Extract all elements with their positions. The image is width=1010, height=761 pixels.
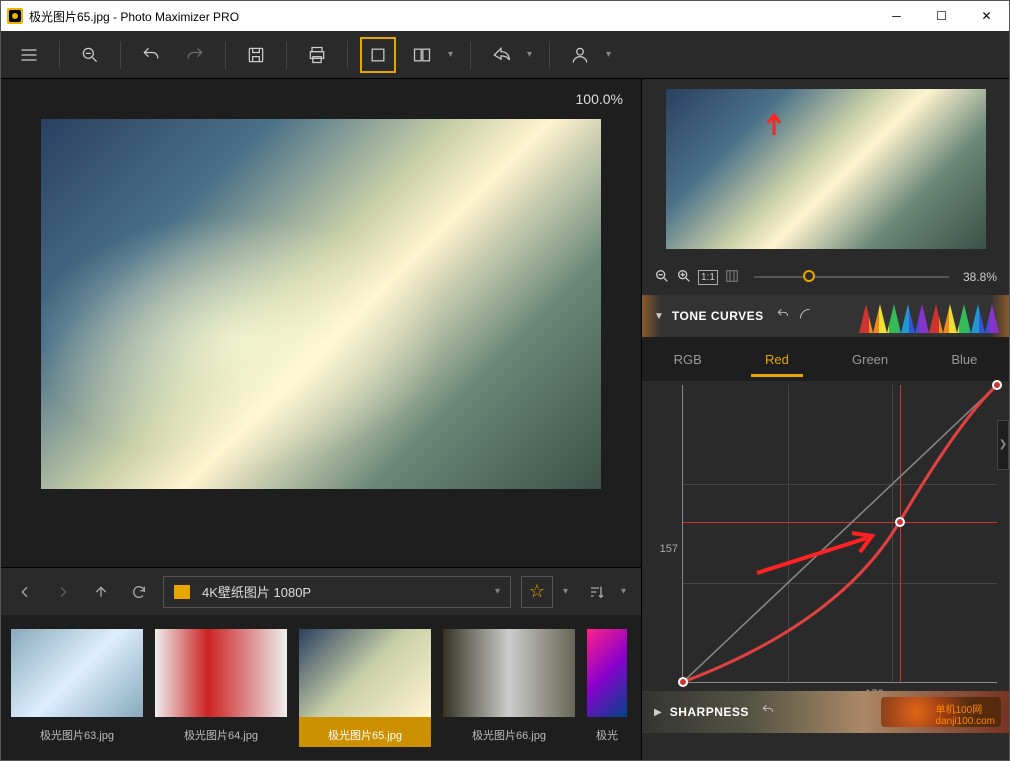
print-button[interactable] — [299, 37, 335, 73]
thumbnail[interactable]: 极光图片66.jpg — [443, 629, 575, 747]
preview-zoom-controls: 1:1 38.8% — [642, 259, 1009, 295]
close-button[interactable]: ✕ — [964, 1, 1009, 31]
thumbnail[interactable]: 极光图片63.jpg — [11, 629, 143, 747]
panel-title: SHARPNESS — [670, 705, 749, 719]
view-dropdown-icon[interactable]: ▾ — [448, 49, 458, 60]
curve-point[interactable] — [992, 380, 1002, 390]
zoom-fit-icon[interactable] — [724, 268, 740, 287]
zoom-level: 100.0% — [576, 91, 623, 107]
thumbnail-selected[interactable]: 极光图片65.jpg — [299, 629, 431, 747]
panel-expand-handle[interactable]: ❯ — [997, 420, 1009, 470]
preview-zoom-value: 38.8% — [963, 270, 997, 284]
favorite-button[interactable]: ☆ — [521, 576, 553, 608]
up-button[interactable] — [87, 578, 115, 606]
curve-editor[interactable]: 157 176 — [642, 381, 1009, 691]
refresh-button[interactable] — [125, 578, 153, 606]
zoom-fit-button[interactable] — [72, 37, 108, 73]
undo-sharp-icon[interactable] — [757, 704, 775, 721]
zoom-100-icon[interactable]: 1:1 — [698, 270, 718, 285]
tab-blue[interactable]: Blue — [943, 342, 985, 377]
back-button[interactable] — [11, 578, 39, 606]
main-image[interactable] — [41, 119, 601, 489]
window-title: 极光图片65.jpg - Photo Maximizer PRO — [29, 8, 874, 25]
curve-channel-tabs: RGB Red Green Blue — [642, 337, 1009, 381]
app-icon — [7, 8, 23, 24]
undo-button[interactable] — [133, 37, 169, 73]
annotation-arrow-icon — [764, 113, 784, 135]
tone-curves-header[interactable]: ▼ TONE CURVES — [642, 295, 1009, 337]
thumbnail[interactable]: 极光图片64.jpg — [155, 629, 287, 747]
main-toolbar: ▾ ▾ ▾ — [1, 31, 1009, 79]
reset-curve-icon[interactable] — [794, 308, 812, 325]
redo-button[interactable] — [177, 37, 213, 73]
preview-image[interactable] — [666, 89, 986, 249]
folder-path[interactable]: 4K壁纸图片 1080P ▾ — [163, 576, 511, 608]
zoom-slider[interactable] — [754, 276, 949, 278]
thumbnail[interactable]: 极光 — [587, 629, 627, 747]
user-dropdown-icon[interactable]: ▾ — [606, 49, 616, 60]
thumbnail-strip: 极光图片63.jpg 极光图片64.jpg 极光图片65.jpg 极光图片66.… — [1, 615, 641, 760]
single-view-button[interactable] — [360, 37, 396, 73]
sort-dropdown-icon[interactable]: ▾ — [621, 586, 631, 597]
file-browser-bar: 4K壁纸图片 1080P ▾ ☆ ▾ ▾ — [1, 567, 641, 615]
zoom-slider-knob[interactable] — [803, 270, 815, 282]
tab-green[interactable]: Green — [844, 342, 896, 377]
expand-icon: ▶ — [654, 707, 662, 718]
favorite-dropdown-icon[interactable]: ▾ — [563, 586, 573, 597]
titlebar: 极光图片65.jpg - Photo Maximizer PRO ─ ☐ ✕ — [1, 1, 1009, 31]
panel-title: TONE CURVES — [672, 309, 764, 323]
tab-rgb[interactable]: RGB — [666, 342, 710, 377]
compare-view-button[interactable] — [404, 37, 440, 73]
canvas-area[interactable]: 100.0% — [1, 79, 641, 567]
zoom-in-icon[interactable] — [676, 268, 692, 287]
preview-area — [642, 79, 1009, 259]
tab-red[interactable]: Red — [757, 342, 797, 377]
forward-button[interactable] — [49, 578, 77, 606]
sort-button[interactable] — [583, 578, 611, 606]
zoom-out-icon[interactable] — [654, 268, 670, 287]
share-dropdown-icon[interactable]: ▾ — [527, 49, 537, 60]
watermark: 单机100网danji100.com — [936, 701, 995, 727]
curve-point[interactable] — [678, 677, 688, 687]
folder-name: 4K壁纸图片 1080P — [202, 582, 311, 601]
undo-curve-icon[interactable] — [772, 308, 790, 325]
folder-icon — [174, 585, 190, 599]
collapse-icon: ▼ — [654, 311, 664, 322]
menu-button[interactable] — [11, 37, 47, 73]
curve-point-active[interactable] — [895, 517, 905, 527]
sharpness-header[interactable]: ▶ SHARPNESS 单机100网danji100.com — [642, 691, 1009, 733]
user-button[interactable] — [562, 37, 598, 73]
curve-y-value: 157 — [660, 543, 678, 555]
annotation-arrow-icon — [752, 528, 882, 578]
share-button[interactable] — [483, 37, 519, 73]
minimize-button[interactable]: ─ — [874, 1, 919, 31]
maximize-button[interactable]: ☐ — [919, 1, 964, 31]
save-button[interactable] — [238, 37, 274, 73]
